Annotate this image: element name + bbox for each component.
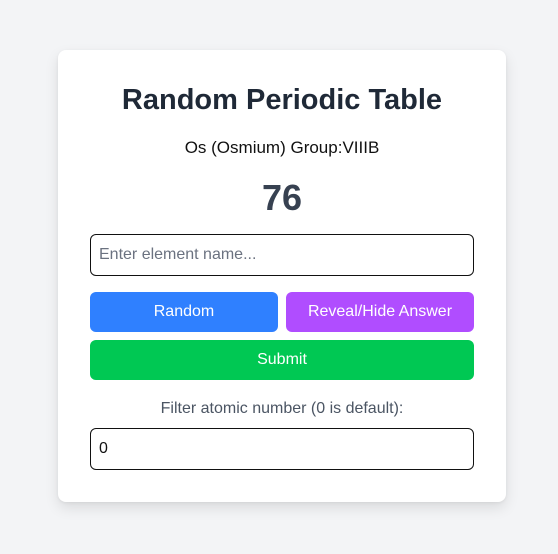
element-name-input[interactable] bbox=[90, 234, 474, 276]
submit-button[interactable]: Submit bbox=[90, 340, 474, 380]
quiz-card: Random Periodic Table Os (Osmium) Group:… bbox=[58, 50, 506, 502]
random-button[interactable]: Random bbox=[90, 292, 278, 332]
page-title: Random Periodic Table bbox=[121, 84, 443, 116]
reveal-hide-answer-button[interactable]: Reveal/Hide Answer bbox=[286, 292, 474, 332]
element-info: Os (Osmium) Group:VIIIB bbox=[184, 138, 380, 157]
atomic-number: 76 bbox=[261, 177, 303, 218]
filter-label: Filter atomic number (0 is default): bbox=[160, 400, 404, 417]
filter-atomic-number-input[interactable] bbox=[90, 428, 474, 470]
